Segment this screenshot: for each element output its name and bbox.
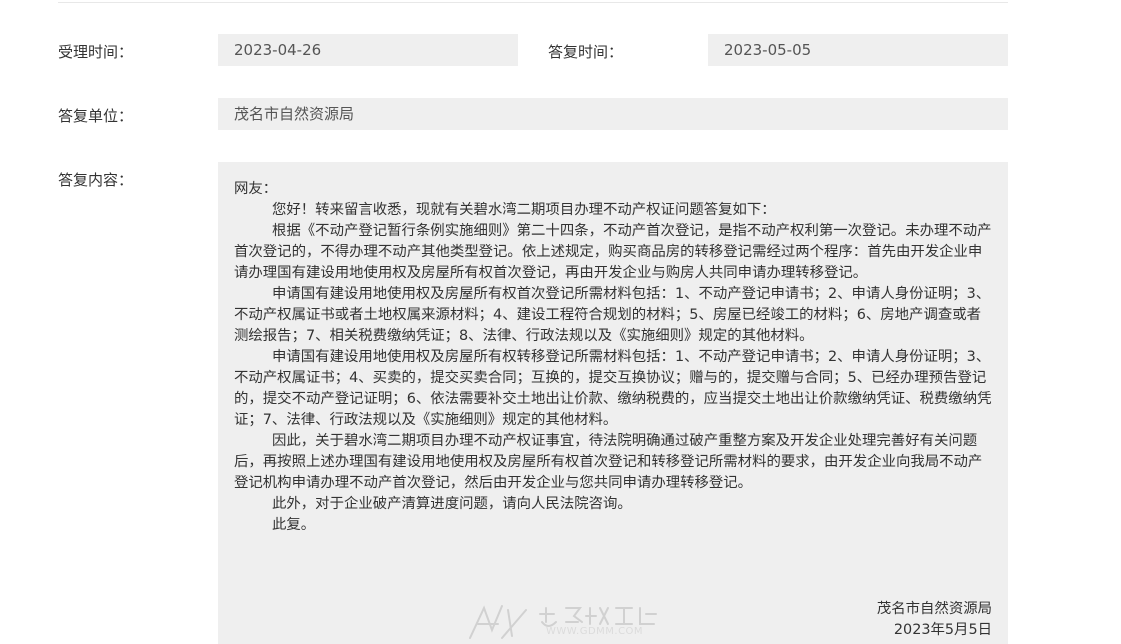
reply-content-box: 网友： 您好！转来留言收悉，现就有关碧水湾二期项目办理不动产权证问题答复如下： … [218,162,1008,644]
reply-time-value: 2023-05-05 [708,34,1008,66]
reply-paragraph: 根据《不动产登记暂行条例实施细则》第二十四条，不动产首次登记，是指不动产权利第一… [234,223,992,281]
reply-unit-value: 茂名市自然资源局 [218,98,1008,130]
accept-time-label: 受理时间： [58,43,134,61]
reply-content-label: 答复内容： [58,171,134,189]
reply-detail-page: 受理时间： 2023-04-26 答复时间： 2023-05-05 答复单位： … [0,0,1121,644]
reply-paragraph: 此外，对于企业破产清算进度问题，请向人民法院咨询。 [272,496,632,512]
reply-paragraph: 此复。 [272,517,316,533]
accept-time-value: 2023-04-26 [218,34,518,66]
reply-paragraph: 申请国有建设用地使用权及房屋所有权转移登记所需材料包括：1、不动产登记申请书；2… [234,349,992,428]
reply-content-text: 网友： 您好！转来留言收悉，现就有关碧水湾二期项目办理不动产权证问题答复如下： … [234,179,992,536]
reply-time-label: 答复时间： [548,43,624,61]
reply-greeting: 网友： [234,181,278,197]
signature-org: 茂名市自然资源局 [876,601,992,617]
top-divider [58,2,1008,3]
reply-paragraph: 因此，关于碧水湾二期项目办理不动产权证事宜，待法院明确通过破产重整方案及开发企业… [234,433,983,491]
reply-paragraph: 申请国有建设用地使用权及房屋所有权首次登记所需材料包括：1、不动产登记申请书；2… [234,286,991,344]
signature-date: 2023年5月5日 [893,622,992,638]
reply-unit-label: 答复单位： [58,107,134,125]
reply-paragraph: 您好！转来留言收悉，现就有关碧水湾二期项目办理不动产权证问题答复如下： [272,202,776,218]
